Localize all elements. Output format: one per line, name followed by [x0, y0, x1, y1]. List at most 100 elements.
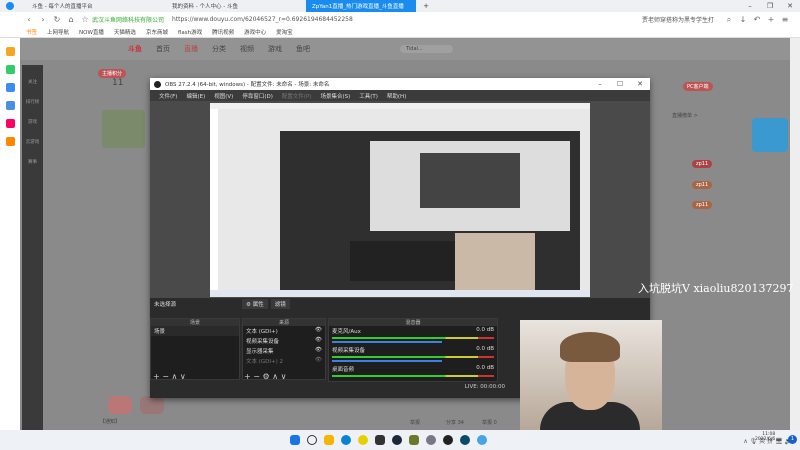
remove-icon[interactable]: − [253, 372, 260, 381]
source-item[interactable]: 文本 (GDI+) 👁 [243, 326, 325, 336]
app-icon[interactable] [460, 435, 470, 445]
nav-events[interactable]: 赛事 [22, 159, 43, 165]
nav-yuba[interactable]: 鱼吧 [296, 44, 310, 54]
bookmark-item[interactable]: 游戏中心 [244, 28, 266, 36]
promo-badge-icon[interactable] [752, 118, 788, 152]
nav-game[interactable]: 游戏 [268, 44, 282, 54]
douyu-logo[interactable]: 斗鱼 [128, 44, 142, 54]
bookmark-item[interactable]: 腾讯视频 [212, 28, 234, 36]
close-button[interactable]: ✕ [780, 2, 800, 10]
app-icon[interactable] [426, 435, 436, 445]
bookmark-item[interactable]: 上网导航 [47, 28, 69, 36]
source-item[interactable]: 显示器采集 👁 [243, 346, 325, 356]
add-icon[interactable]: + [244, 372, 251, 381]
app-icon[interactable] [5, 47, 15, 56]
bookmark-item[interactable]: 爱淘宝 [276, 28, 293, 36]
gift-icon[interactable] [108, 396, 132, 414]
app-icon[interactable] [358, 435, 368, 445]
remove-icon[interactable]: − [162, 372, 169, 381]
scene-item[interactable]: 场景 [151, 326, 239, 336]
menu-edit[interactable]: 编辑(E) [186, 92, 205, 100]
nav-video[interactable]: 视频 [240, 44, 254, 54]
nav-rank[interactable]: 排行榜 [22, 99, 43, 105]
obs-minimize-button[interactable]: – [590, 80, 610, 88]
menu-view[interactable]: 视图(V) [214, 92, 233, 100]
pc-client-button[interactable]: PC客户端 [683, 82, 713, 91]
app-icon[interactable] [409, 435, 419, 445]
back-icon[interactable]: ‹ [22, 15, 36, 24]
volume-slider[interactable] [332, 341, 442, 343]
visibility-icon[interactable]: 👁 [315, 357, 322, 365]
weibo-icon[interactable] [5, 119, 15, 128]
search-icon[interactable]: ⌕ [722, 15, 736, 25]
down-icon[interactable]: ∨ [281, 372, 287, 381]
start-icon[interactable] [290, 435, 300, 445]
rank-link[interactable]: 直播榜单 > [672, 112, 698, 119]
obs-close-button[interactable]: ✕ [630, 80, 650, 88]
bookmark-books[interactable]: 书签 [26, 28, 37, 36]
menu-help[interactable]: 帮助(H) [387, 92, 406, 100]
bookmark-item[interactable]: 京东商城 [146, 28, 168, 36]
browser-icon[interactable] [477, 435, 487, 445]
bookmark-item[interactable]: flash游戏 [178, 28, 202, 36]
bookmark-item[interactable]: NOW直播 [79, 28, 104, 36]
page-scrollbar[interactable] [790, 38, 800, 430]
visibility-icon[interactable]: 👁 [315, 347, 322, 355]
menu-scene-collection[interactable]: 场景集合(S) [320, 92, 350, 100]
add-icon[interactable]: + [764, 15, 778, 24]
report-link[interactable]: 举报 [410, 419, 420, 426]
obs-icon[interactable] [443, 435, 453, 445]
forward-icon[interactable]: › [36, 15, 50, 24]
nav-live[interactable]: 直播 [184, 44, 198, 54]
tab-stream[interactable]: ZpYan1直播_热门游戏直播_斗鱼直播 [306, 0, 416, 12]
visibility-icon[interactable]: 👁 [315, 337, 322, 345]
star-icon[interactable]: ☆ [78, 15, 92, 24]
tab-profile[interactable]: 我的资料 - 个人中心 - 斗鱼 [166, 0, 276, 12]
bookmark-item[interactable]: 天猫精选 [114, 28, 136, 36]
app-icon[interactable] [5, 83, 15, 92]
obs-maximize-button[interactable]: ☐ [610, 80, 630, 88]
app-icon[interactable] [375, 435, 385, 445]
properties-button[interactable]: ⚙ 属性 [242, 299, 268, 309]
up-icon[interactable]: ∧ [272, 372, 278, 381]
reload-icon[interactable]: ↻ [50, 15, 64, 24]
nav-games[interactable]: 游戏 [22, 119, 43, 125]
game-thumbnail[interactable] [102, 110, 145, 148]
new-tab-button[interactable]: + [416, 2, 436, 10]
gear-icon[interactable]: ⚙ [263, 372, 270, 381]
menu-tools[interactable]: 工具(T) [359, 92, 378, 100]
notice-link[interactable]: 【通知】 [100, 418, 120, 425]
source-item[interactable]: 视频采集设备 👁 [243, 336, 325, 346]
search-box[interactable]: 贾老师穿搭称为黑专学生打 [642, 15, 722, 24]
nav-cloud-game[interactable]: 云游戏 [22, 139, 43, 145]
report-count[interactable]: 举报 0 [482, 419, 497, 426]
filters-button[interactable]: 滤镜 [270, 299, 290, 309]
menu-docks[interactable]: 停靠窗口(D) [242, 92, 273, 100]
tab-douyu-home[interactable]: 斗鱼 - 每个人的直播平台 [26, 0, 136, 12]
edge-icon[interactable] [341, 435, 351, 445]
maximize-button[interactable]: ❐ [760, 2, 780, 10]
home-icon[interactable]: ⌂ [64, 15, 78, 24]
menu-icon[interactable]: ≡ [778, 15, 792, 24]
obs-preview[interactable] [150, 101, 650, 298]
url-input[interactable]: https://www.douyu.com/62046527_r=0.69261… [172, 16, 353, 23]
share-count[interactable]: 分享 34 [446, 419, 464, 426]
undo-icon[interactable]: ↶ [750, 15, 764, 24]
game-icon[interactable] [5, 101, 15, 110]
file-explorer-icon[interactable] [324, 435, 334, 445]
wechat-icon[interactable] [5, 65, 15, 74]
nav-category[interactable]: 分类 [212, 44, 226, 54]
volume-slider[interactable] [332, 360, 442, 362]
notification-badge[interactable]: 1 [788, 435, 797, 444]
nav-follow[interactable]: 关注 [22, 79, 43, 85]
source-item[interactable]: 文本 (GDI+) 2 👁 [243, 356, 325, 366]
search-icon[interactable] [307, 435, 317, 445]
gift-icon[interactable] [140, 396, 164, 414]
clock[interactable]: 11:08 2022/6/6 [755, 432, 775, 442]
minimize-button[interactable]: – [740, 2, 760, 10]
menu-profile[interactable]: 配置文件(P) [282, 92, 312, 100]
add-icon[interactable]: + [153, 372, 160, 381]
down-icon[interactable]: ∨ [180, 372, 186, 381]
steam-icon[interactable] [392, 435, 402, 445]
app-icon[interactable] [5, 137, 15, 146]
